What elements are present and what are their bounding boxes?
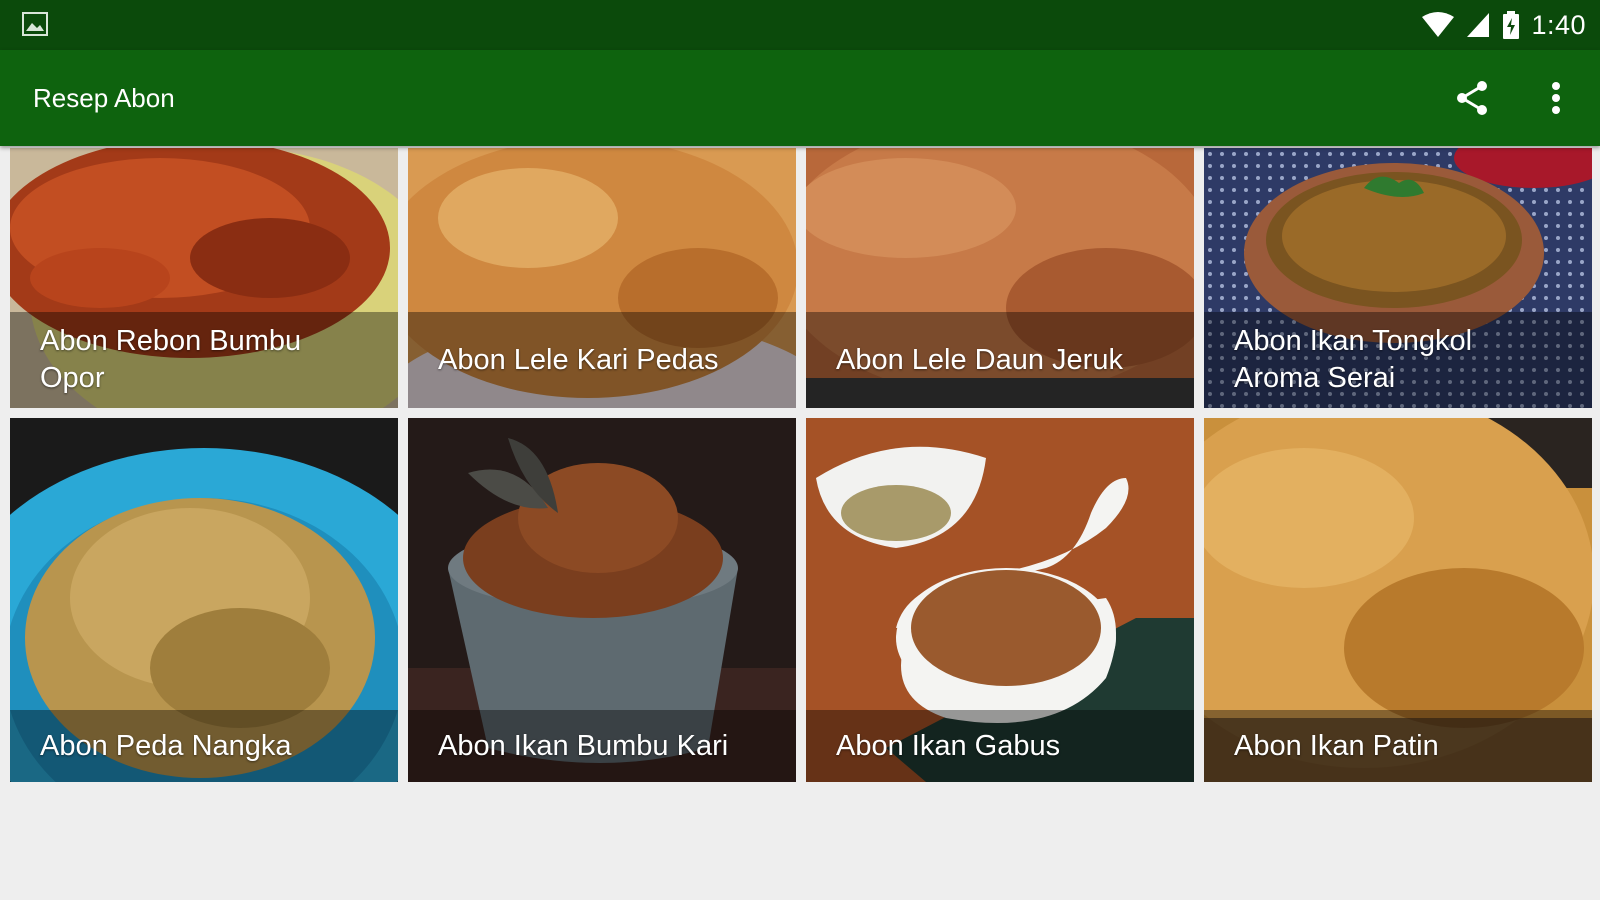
recipe-title: Abon Peda Nangka <box>10 710 398 782</box>
recipe-card[interactable]: Abon Ikan Bumbu Kari <box>408 418 796 782</box>
recipe-grid: Abon Rebon Bumbu Opor Abon Lele Kari Ped… <box>10 148 1592 782</box>
share-button[interactable] <box>1448 74 1496 122</box>
recipe-card[interactable]: Abon Lele Daun Jeruk <box>806 148 1194 408</box>
wifi-icon <box>1422 12 1455 37</box>
share-icon <box>1457 81 1487 115</box>
recipe-title: Abon Ikan Gabus <box>806 710 1194 782</box>
app-bar: Resep Abon <box>0 50 1600 146</box>
recipe-title: Abon Ikan Patin <box>1204 710 1592 782</box>
recipe-card[interactable]: Abon Ikan Gabus <box>806 418 1194 782</box>
recipe-card[interactable]: Abon Lele Kari Pedas <box>408 148 796 408</box>
more-vert-icon <box>1552 82 1560 114</box>
recipe-title: Abon Lele Kari Pedas <box>408 312 796 408</box>
status-time: 1:40 <box>1531 9 1586 40</box>
recipe-card[interactable]: Abon Peda Nangka <box>10 418 398 782</box>
app-title: Resep Abon <box>33 83 175 113</box>
recipe-title: Abon Ikan Bumbu Kari <box>408 710 796 782</box>
recipe-card[interactable]: Abon Ikan Tongkol Aroma Serai <box>1204 148 1592 408</box>
image-icon <box>22 12 48 36</box>
status-bar: 1:40 <box>0 0 1600 50</box>
recipe-title: Abon Rebon Bumbu Opor <box>10 312 398 408</box>
recipe-card[interactable]: Abon Rebon Bumbu Opor <box>10 148 398 408</box>
recipe-card[interactable]: Abon Ikan Patin <box>1204 418 1592 782</box>
recipe-title: Abon Ikan Tongkol Aroma Serai <box>1204 312 1592 408</box>
recipe-title: Abon Lele Daun Jeruk <box>806 312 1194 408</box>
cell-signal-icon <box>1467 13 1490 37</box>
battery-icon <box>1503 11 1520 39</box>
more-options-button[interactable] <box>1532 74 1580 122</box>
